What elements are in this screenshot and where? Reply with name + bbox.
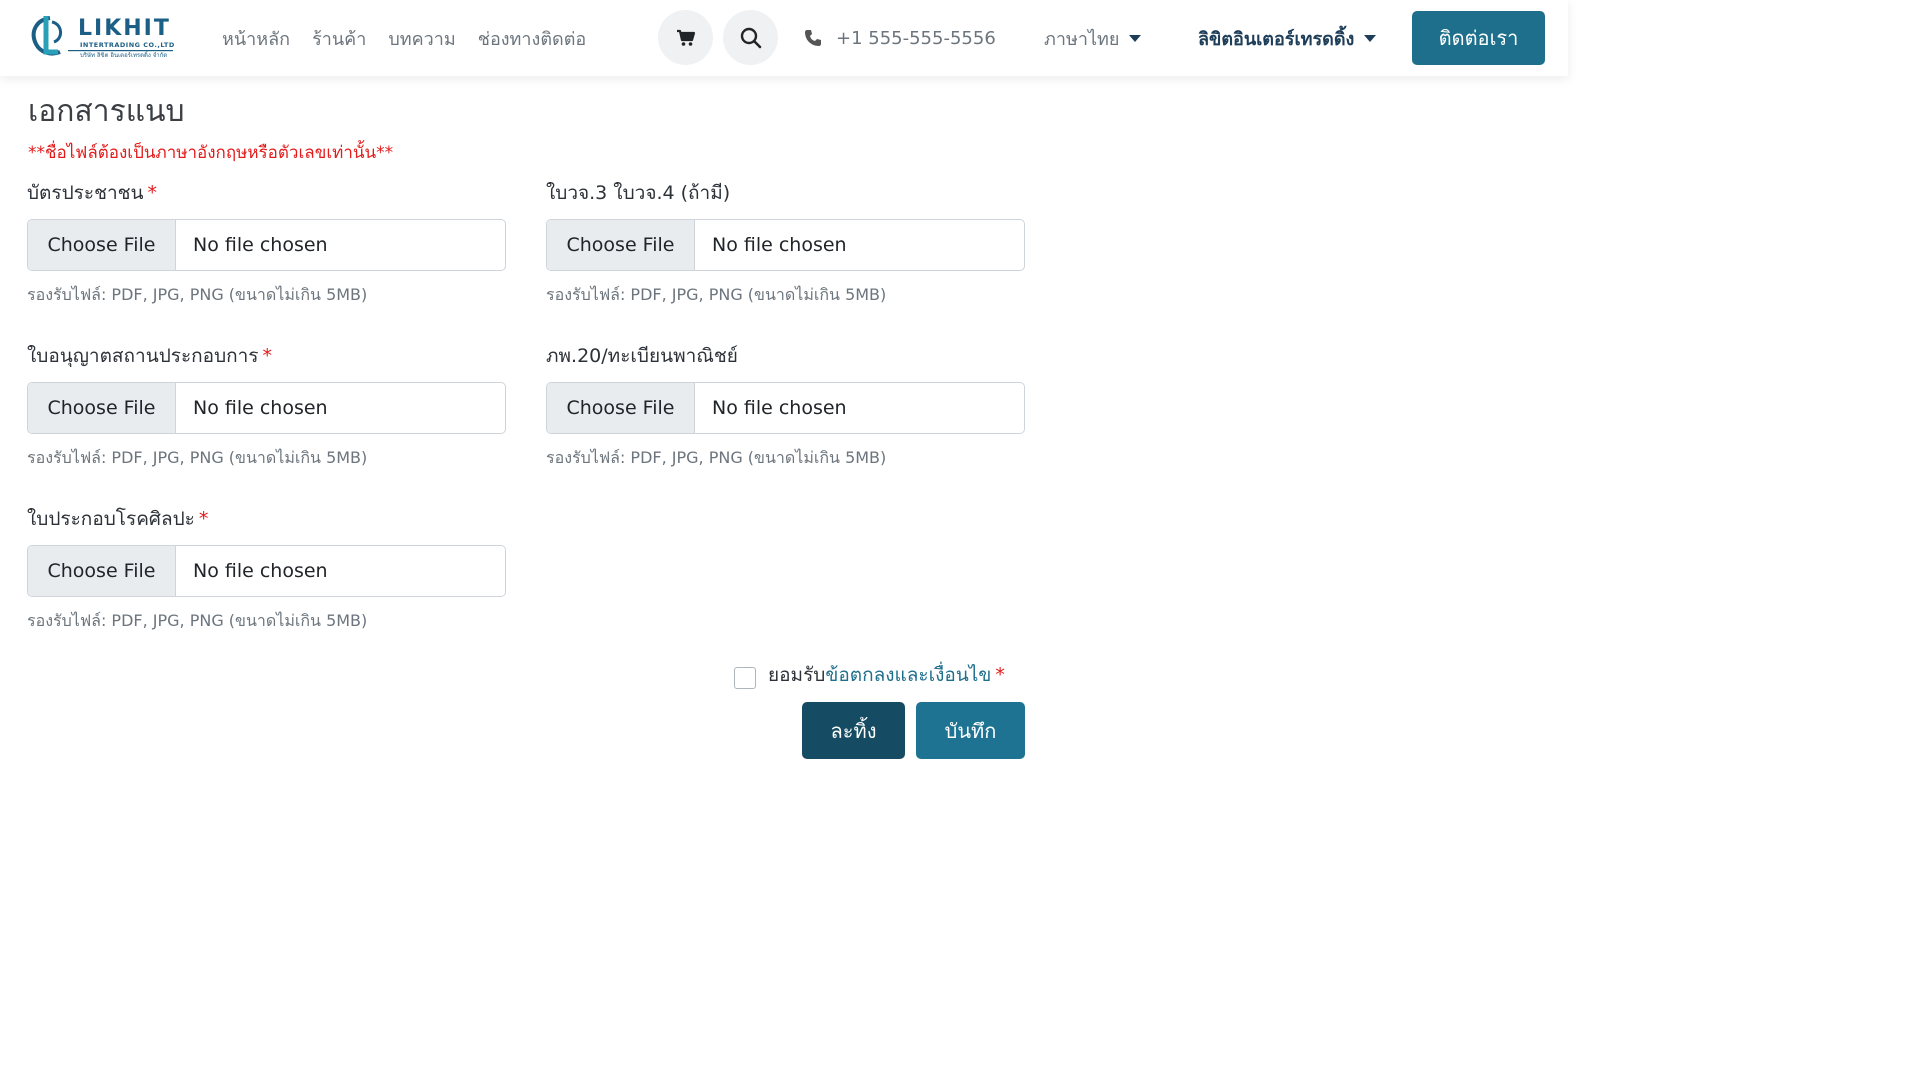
language-dropdown[interactable]: ภาษาไทย: [1044, 0, 1142, 76]
file-status: No file chosen: [712, 234, 847, 256]
nav-contact-channels[interactable]: ช่องทางติดต่อ: [478, 24, 586, 53]
file-help-text: รองรับไฟล์: PDF, JPG, PNG (ขนาดไม่เกิน 5…: [27, 285, 368, 304]
language-label: ภาษาไทย: [1044, 28, 1120, 50]
choose-file-button[interactable]: Choose File: [28, 546, 176, 596]
required-marker: *: [995, 664, 1005, 686]
terms-agreement: ยอมรับข้อตกลงและเงื่อนไข *: [734, 660, 1005, 690]
save-button[interactable]: บันทึก: [916, 702, 1025, 759]
required-marker: *: [262, 345, 273, 367]
phone-number: +1 555-555-5556: [836, 27, 996, 49]
file-help-text: รองรับไฟล์: PDF, JPG, PNG (ขนาดไม่เกิน 5…: [27, 611, 368, 630]
logo-subtitle-th: บริษัท ลิขิต อินเตอร์เทรดดิ้ง จำกัด: [80, 52, 168, 59]
choose-file-button[interactable]: Choose File: [547, 383, 695, 433]
field-label: ใบประกอบโรคศิลปะ *: [27, 508, 209, 530]
upload-practitioner-license: ใบประกอบโรคศิลปะ * Choose File No file ch…: [27, 504, 507, 634]
main-nav: หน้าหลัก ร้านค้า บทความ ช่องทางติดต่อ: [222, 0, 586, 76]
choose-file-button[interactable]: Choose File: [547, 220, 695, 270]
cart-icon: [676, 29, 695, 46]
chevron-down-icon: [1364, 34, 1377, 42]
file-help-text: รองรับไฟล์: PDF, JPG, PNG (ขนาดไม่เกิน 5…: [27, 448, 368, 467]
chevron-down-icon: [1129, 34, 1142, 42]
contact-us-button[interactable]: ติดต่อเรา: [1412, 11, 1545, 65]
phone-icon: [805, 30, 821, 46]
upload-id-card: บัตรประชาชน * Choose File No file chosen …: [27, 178, 507, 308]
file-help-text: รองรับไฟล์: PDF, JPG, PNG (ขนาดไม่เกิน 5…: [546, 448, 887, 467]
terms-checkbox[interactable]: [734, 667, 756, 689]
file-input[interactable]: Choose File No file chosen: [27, 382, 506, 434]
field-label: ใบวจ.3 ใบวจ.4 (ถ้ามี): [546, 182, 731, 204]
nav-home[interactable]: หน้าหลัก: [222, 24, 290, 53]
upload-vat-registration: ภพ.20/ทะเบียนพาณิชย์ Choose File No file…: [546, 341, 1026, 471]
file-input[interactable]: Choose File No file chosen: [546, 382, 1025, 434]
field-label: ใบอนุญาตสถานประกอบการ *: [27, 345, 273, 367]
file-status: No file chosen: [712, 397, 847, 419]
choose-file-button[interactable]: Choose File: [28, 383, 176, 433]
company-dropdown[interactable]: ลิขิตอินเตอร์เทรดดิ้ง: [1198, 0, 1377, 76]
field-label: บัตรประชาชน *: [27, 182, 158, 204]
file-status: No file chosen: [193, 560, 328, 582]
logo-wordmark: LIKHIT: [78, 16, 171, 41]
company-logo[interactable]: LIKHIT INTERTRADING CO.,LTD บริษัท ลิขิต…: [28, 12, 178, 62]
company-name: ลิขิตอินเตอร์เทรดดิ้ง: [1198, 28, 1355, 50]
page-title: เอกสารแนบ: [28, 94, 185, 129]
top-navbar: LIKHIT INTERTRADING CO.,LTD บริษัท ลิขิต…: [0, 0, 1568, 76]
required-marker: *: [147, 182, 158, 204]
file-input[interactable]: Choose File No file chosen: [27, 545, 506, 597]
required-marker: *: [198, 508, 209, 530]
discard-button[interactable]: ละทิ้ง: [802, 702, 905, 759]
nav-shop[interactable]: ร้านค้า: [312, 24, 366, 53]
logo-subtitle-en: INTERTRADING CO.,LTD: [80, 41, 175, 49]
upload-business-license: ใบอนุญาตสถานประกอบการ * Choose File No fi…: [27, 341, 507, 471]
terms-label: ยอมรับข้อตกลงและเงื่อนไข *: [768, 664, 1005, 686]
choose-file-button[interactable]: Choose File: [28, 220, 176, 270]
phone-contact[interactable]: +1 555-555-5556: [804, 0, 996, 76]
cart-button[interactable]: [658, 10, 713, 65]
file-status: No file chosen: [193, 234, 328, 256]
file-input[interactable]: Choose File No file chosen: [546, 219, 1025, 271]
file-status: No file chosen: [193, 397, 328, 419]
file-input[interactable]: Choose File No file chosen: [27, 219, 506, 271]
upload-vj-documents: ใบวจ.3 ใบวจ.4 (ถ้ามี) Choose File No fil…: [546, 178, 1026, 308]
search-icon: [740, 27, 761, 48]
nav-articles[interactable]: บทความ: [388, 24, 455, 53]
filename-warning: **ชื่อไฟล์ต้องเป็นภาษาอังกฤษหรือตัวเลขเท…: [28, 143, 394, 163]
field-label: ภพ.20/ทะเบียนพาณิชย์: [546, 345, 738, 367]
file-help-text: รองรับไฟล์: PDF, JPG, PNG (ขนาดไม่เกิน 5…: [546, 285, 887, 304]
terms-link[interactable]: ข้อตกลงและเงื่อนไข: [825, 664, 991, 686]
search-button[interactable]: [723, 10, 778, 65]
